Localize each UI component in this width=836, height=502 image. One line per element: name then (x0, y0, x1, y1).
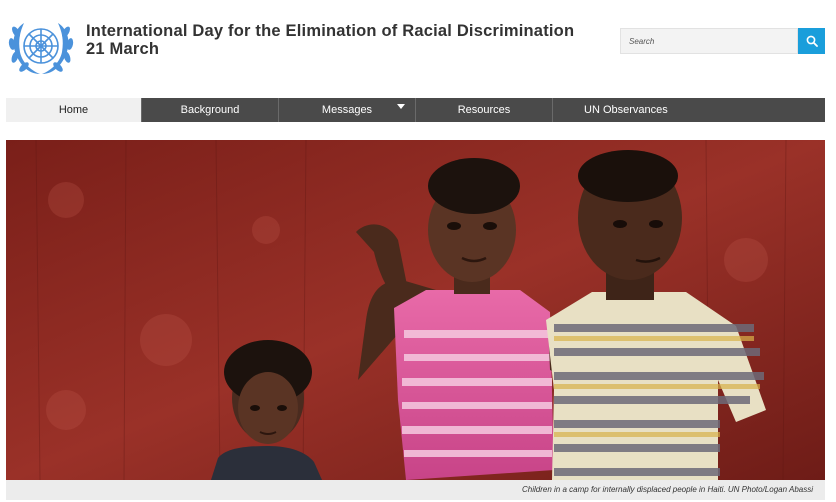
search-button[interactable] (798, 28, 825, 54)
search-input[interactable] (620, 28, 798, 54)
un-emblem-icon[interactable] (6, 18, 76, 80)
photo-caption: Children in a camp for internally displa… (522, 485, 813, 494)
page-title-line2: 21 March (86, 40, 160, 58)
page-title: International Day for the Elimination of… (86, 22, 574, 58)
search-icon (806, 35, 818, 47)
nav-item-label: UN Observances (584, 104, 668, 116)
photo-caption-bar: Children in a camp for internally displa… (6, 480, 825, 500)
hero-image (6, 140, 825, 480)
page-title-line1: International Day for the Elimination of… (86, 22, 575, 40)
nav-item-resources[interactable]: Resources (415, 98, 552, 122)
nav-item-label: Messages (321, 104, 373, 116)
nav-item-label: Resources (457, 104, 511, 116)
nav-item-home[interactable]: Home (6, 98, 141, 122)
nav-item-label: Background (180, 104, 240, 116)
nav-item-background[interactable]: Background (141, 98, 278, 122)
nav-item-messages[interactable]: Messages (278, 98, 415, 122)
search-box (620, 28, 825, 54)
main-nav: Home Background Messages Resources UN Ob… (6, 98, 825, 122)
nav-item-un-observances[interactable]: UN Observances (552, 98, 825, 122)
hero-photo (6, 140, 825, 480)
nav-item-label: Home (58, 104, 89, 116)
chevron-down-icon (397, 104, 405, 109)
site-header: International Day for the Elimination of… (0, 0, 836, 90)
